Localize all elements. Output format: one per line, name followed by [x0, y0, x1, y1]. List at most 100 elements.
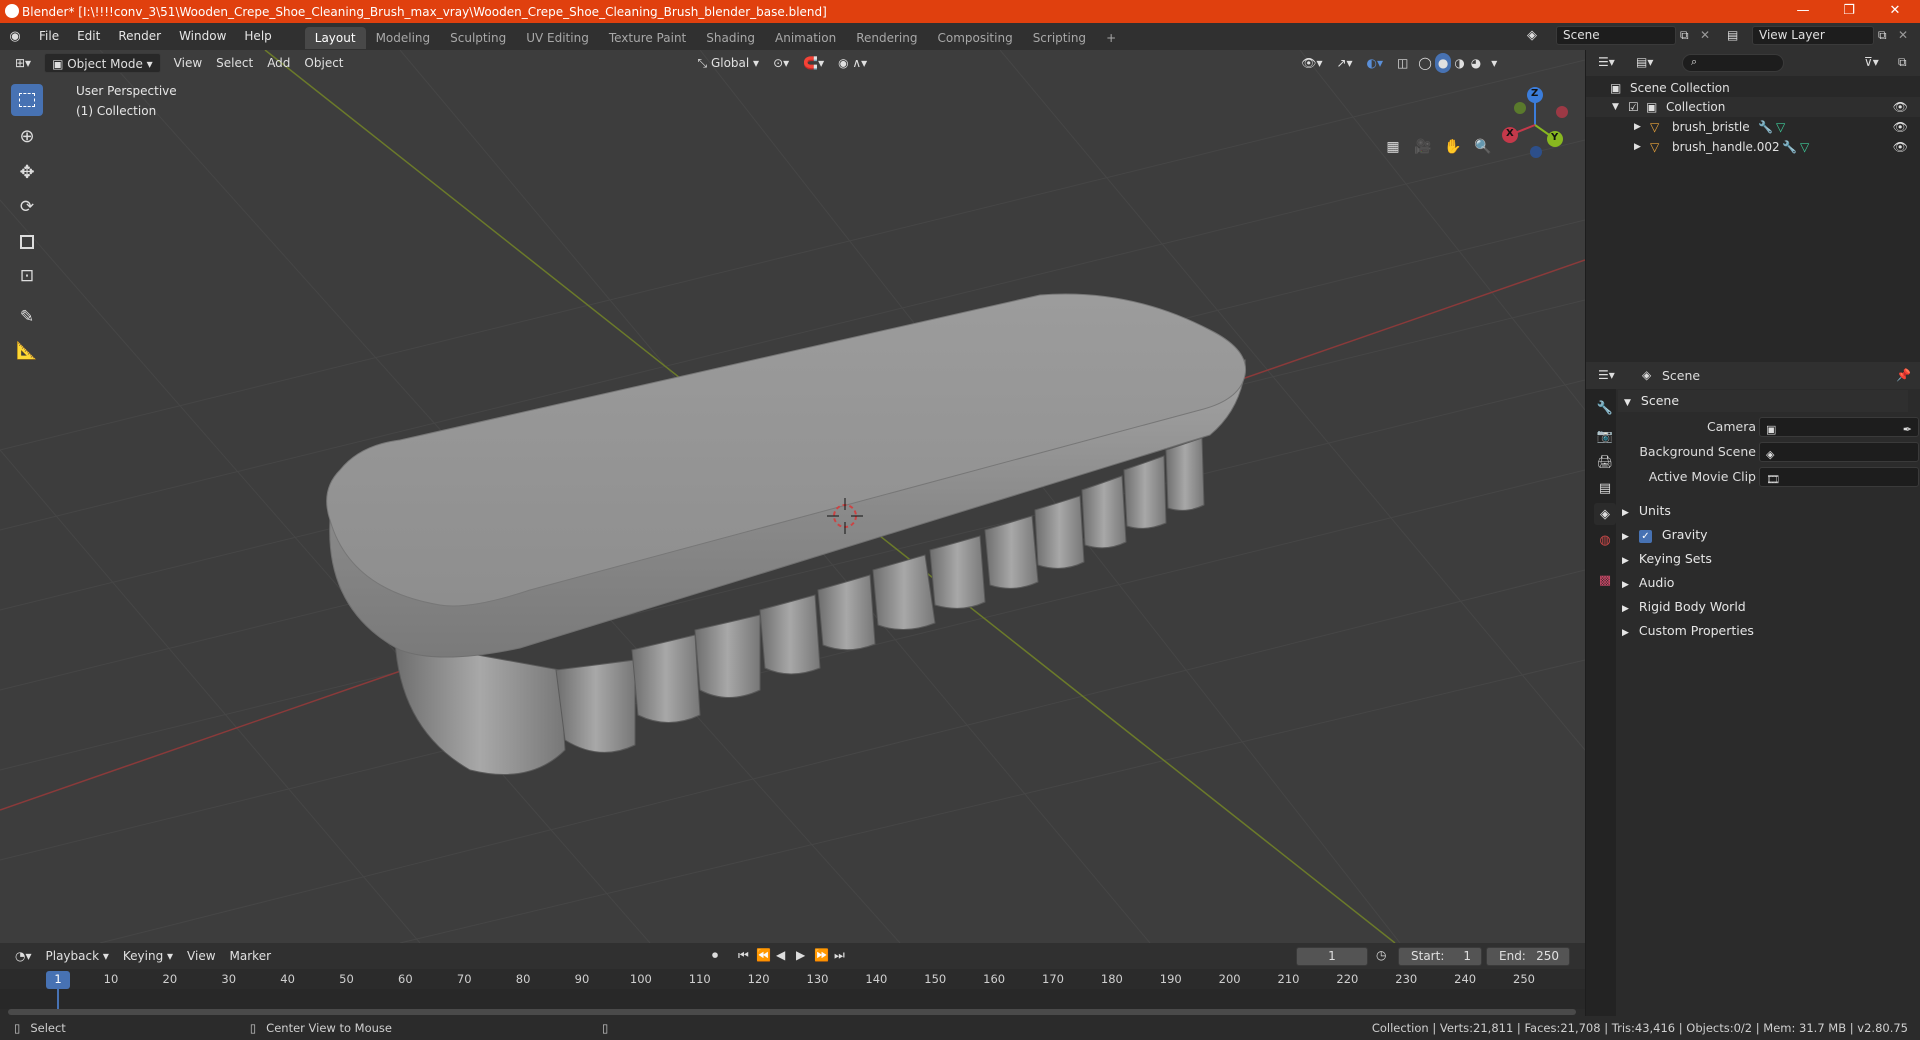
timeline-ruler[interactable]: 1 10 20 30 40 50 60 70 80 90 100 110 120 130 140 150 160… [0, 969, 1585, 989]
gravity-checkbox[interactable]: ✓ [1638, 530, 1652, 543]
tab-rendering[interactable]: Rendering [846, 27, 927, 49]
viewport-menu-object[interactable]: Object [297, 53, 350, 73]
transform-tool[interactable]: ⊡ [11, 260, 43, 292]
scene-selector[interactable]: Scene [1556, 26, 1676, 45]
menu-help[interactable]: Help [235, 23, 280, 50]
tab-render[interactable]: 📷 [1594, 425, 1616, 447]
outliner-search-input[interactable]: ⌕ [1682, 54, 1784, 72]
collection-visibility-icon[interactable]: 👁 [1893, 97, 1908, 117]
minimize-button[interactable]: — [1780, 0, 1826, 23]
tab-animation[interactable]: Animation [765, 27, 846, 49]
select-box-tool[interactable] [11, 84, 43, 116]
gravity-panel-header[interactable]: ▶ ✓ Gravity [1622, 524, 1912, 546]
blender-menu-icon[interactable]: ◉ [0, 29, 30, 44]
timeline-menu-view[interactable]: View [180, 946, 222, 966]
tab-scripting[interactable]: Scripting [1023, 27, 1096, 49]
pan-view-button[interactable]: ✋ [1440, 134, 1466, 160]
tab-compositing[interactable]: Compositing [927, 27, 1022, 49]
menu-window[interactable]: Window [170, 23, 235, 50]
scene-section-header[interactable]: ▼ Scene [1618, 390, 1908, 412]
delete-scene-icon[interactable]: ✕ [1700, 28, 1710, 42]
record-button[interactable]: ⏺ [712, 948, 718, 963]
background-scene-field[interactable]: ◈ [1759, 442, 1919, 462]
timeline-track-area[interactable] [0, 989, 1585, 1009]
tab-shading[interactable]: Shading [696, 27, 765, 49]
units-panel-header[interactable]: ▶ Units [1622, 500, 1912, 522]
tab-layout[interactable]: Layout [304, 26, 366, 49]
menu-edit[interactable]: Edit [68, 23, 109, 50]
keying-sets-panel-header[interactable]: ▶ Keying Sets [1622, 548, 1912, 570]
eyedropper-icon[interactable]: ✒ [1903, 419, 1912, 441]
visibility-dropdown[interactable]: 👁▾ [1294, 53, 1329, 73]
jump-keyframe-forward-button[interactable]: ⏩ [814, 948, 829, 962]
outliner-editor-type-icon[interactable]: ☰▾ [1598, 55, 1615, 69]
object-visibility-icon[interactable]: 👁 [1893, 117, 1908, 137]
tab-world[interactable]: ◍ [1594, 529, 1616, 551]
viewport-menu-view[interactable]: View [167, 53, 209, 73]
current-frame-field[interactable]: 1 [1296, 947, 1368, 966]
start-frame-field[interactable]: Start: 1 [1398, 947, 1482, 966]
outliner-row-scene-collection[interactable]: ▣ Scene Collection [1586, 78, 1920, 98]
expand-arrow-icon[interactable]: ▶ [1634, 117, 1641, 137]
add-workspace-button[interactable]: + [1096, 27, 1126, 49]
camera-view-button[interactable]: 🎥 [1410, 134, 1436, 160]
shading-rendered-button[interactable]: ◕ [1468, 53, 1484, 73]
jump-start-button[interactable]: ⏮ [738, 948, 749, 963]
shading-options-dropdown[interactable]: ▾ [1484, 53, 1504, 73]
jump-end-button[interactable]: ⏭ [834, 948, 845, 963]
timeline-editor-type-button[interactable]: ◔▾ [8, 946, 39, 966]
editor-type-button[interactable]: ⊞▾ [8, 53, 38, 73]
gizmo-toggle[interactable]: ↗▾ [1329, 53, 1359, 73]
shading-wireframe-button[interactable]: ◯ [1415, 53, 1434, 73]
end-frame-field[interactable]: End: 250 [1486, 947, 1570, 966]
play-reverse-button[interactable]: ◀ [776, 948, 785, 962]
shading-solid-button[interactable]: ● [1434, 53, 1452, 73]
timeline-menu-keying[interactable]: Keying ▾ [116, 946, 180, 966]
overlays-toggle[interactable]: ◐▾ [1360, 53, 1391, 73]
outliner-row-collection[interactable]: ▼ ☑ ▣ Collection 👁 [1586, 97, 1920, 117]
preview-range-icon[interactable]: ◷ [1376, 948, 1386, 962]
tab-texture-paint[interactable]: Texture Paint [599, 27, 696, 49]
tab-uv-editing[interactable]: UV Editing [516, 27, 599, 49]
timeline-scrollbar[interactable] [8, 1009, 1576, 1015]
pin-icon[interactable]: 📌 [1896, 368, 1911, 382]
new-collection-icon[interactable]: ⧉ [1898, 55, 1907, 70]
zoom-view-button[interactable]: 🔍 [1470, 134, 1496, 160]
expand-arrow-icon[interactable]: ▶ [1634, 137, 1641, 157]
proportional-edit-toggle[interactable]: ◉ ∧▾ [831, 53, 874, 73]
tab-sculpting[interactable]: Sculpting [440, 27, 516, 49]
tab-tool[interactable]: 🔧 [1594, 397, 1616, 419]
xray-toggle[interactable]: ◫ [1390, 53, 1415, 73]
menu-render[interactable]: Render [109, 23, 170, 50]
move-tool[interactable]: ✥ [11, 156, 43, 188]
custom-properties-panel-header[interactable]: ▶ Custom Properties [1622, 620, 1912, 642]
play-button[interactable]: ▶ [796, 948, 805, 962]
view-layer-selector[interactable]: View Layer [1752, 26, 1874, 45]
new-view-layer-icon[interactable]: ⧉ [1878, 28, 1887, 43]
maximize-button[interactable]: ❐ [1826, 0, 1872, 23]
outliner-display-mode-icon[interactable]: ▤▾ [1636, 55, 1653, 69]
viewport-menu-select[interactable]: Select [209, 53, 260, 73]
menu-file[interactable]: File [30, 23, 68, 50]
tab-texture[interactable]: ▩ [1594, 569, 1616, 591]
collection-checkbox-icon[interactable]: ☑ [1628, 97, 1639, 117]
cursor-tool[interactable]: ⊕ [11, 120, 43, 152]
tab-view-layer[interactable]: ▤ [1594, 477, 1616, 499]
object-mode-dropdown[interactable]: ▣ Object Mode ▾ [44, 53, 161, 73]
outliner-row-object[interactable]: ▶ ▽ brush_bristle 🔧 ▽ 👁 [1586, 117, 1920, 137]
pivot-dropdown[interactable]: ⊙▾ [766, 53, 796, 73]
camera-field[interactable]: ▣ ✒ [1759, 417, 1919, 437]
object-visibility-icon[interactable]: 👁 [1893, 137, 1908, 157]
snap-toggle[interactable]: 🧲▾ [796, 53, 831, 73]
3d-viewport[interactable]: Z Y X User Perspective (1) Collection ⊕ … [0, 50, 1585, 943]
audio-panel-header[interactable]: ▶ Audio [1622, 572, 1912, 594]
timeline-menu-playback[interactable]: Playback ▾ [39, 946, 116, 966]
outliner-filter-icon[interactable]: ⊽▾ [1864, 55, 1879, 69]
orientation-dropdown[interactable]: ⤡ Global ▾ [691, 53, 767, 73]
close-button[interactable]: ✕ [1872, 0, 1918, 23]
jump-keyframe-back-button[interactable]: ⏪ [756, 948, 771, 962]
scale-tool[interactable] [11, 226, 43, 258]
rotate-tool[interactable]: ⟳ [11, 191, 43, 223]
toggle-grid-view-button[interactable]: ▦ [1380, 134, 1406, 160]
shading-material-button[interactable]: ◑ [1451, 53, 1467, 73]
